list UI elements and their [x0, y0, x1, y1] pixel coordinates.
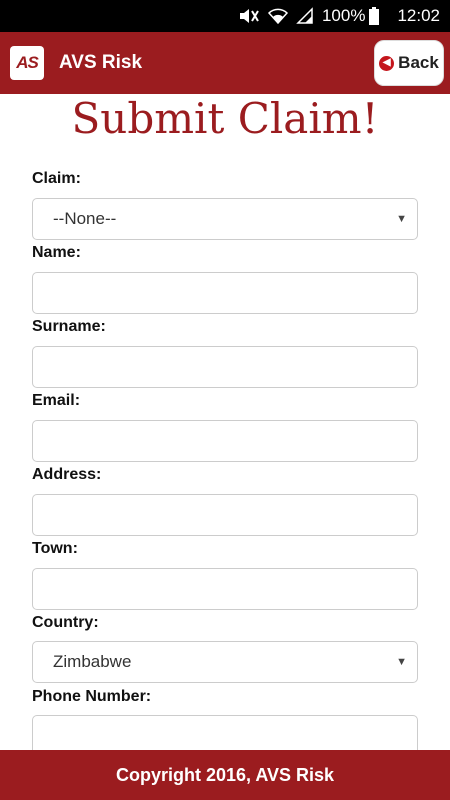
address-label: Address:	[32, 466, 102, 483]
surname-label: Surname:	[32, 318, 106, 335]
battery-icon	[369, 7, 380, 25]
town-label: Town:	[32, 540, 78, 557]
app-bar: AS AVS Risk ◀ Back	[0, 32, 450, 94]
clock: 12:02	[397, 6, 440, 25]
email-label: Email:	[32, 392, 81, 409]
claim-select[interactable]: --None-- ▼	[32, 198, 418, 240]
town-field[interactable]	[33, 569, 417, 609]
status-bar: 100% 12:02	[0, 0, 450, 32]
address-field[interactable]	[33, 495, 417, 535]
app-logo-text: AS	[16, 53, 39, 72]
name-field-box	[32, 272, 418, 314]
country-select[interactable]: Zimbabwe ▼	[32, 641, 418, 683]
app-title: AVS Risk	[59, 52, 143, 73]
mute-icon	[238, 7, 260, 25]
address-field-box	[32, 494, 418, 536]
back-button-label: Back	[398, 53, 439, 72]
back-button[interactable]: ◀ Back	[374, 40, 444, 86]
surname-field-box	[32, 346, 418, 388]
name-field[interactable]	[33, 273, 417, 313]
dropdown-caret-icon: ▼	[396, 656, 407, 668]
copyright-text: Copyright 2016, AVS Risk	[115, 764, 335, 785]
surname-field[interactable]	[33, 347, 417, 387]
email-field-box	[32, 420, 418, 462]
wifi-icon	[267, 7, 288, 25]
town-field-box	[32, 568, 418, 610]
chevron-left-icon: ◀	[379, 55, 395, 71]
page-title: Submit Claim!	[71, 94, 379, 143]
phone-label: Phone Number:	[32, 688, 152, 705]
signal-icon	[296, 7, 314, 25]
email-field[interactable]	[33, 421, 417, 461]
dropdown-caret-icon: ▼	[396, 213, 407, 225]
claim-select-value: --None--	[53, 209, 117, 228]
claim-label: Claim:	[32, 170, 81, 187]
country-label: Country:	[32, 614, 99, 631]
country-select-value: Zimbabwe	[53, 652, 132, 671]
footer: Copyright 2016, AVS Risk	[0, 750, 450, 800]
app-logo: AS	[10, 46, 44, 80]
battery-percent: 100%	[321, 6, 366, 25]
name-label: Name:	[32, 244, 81, 261]
